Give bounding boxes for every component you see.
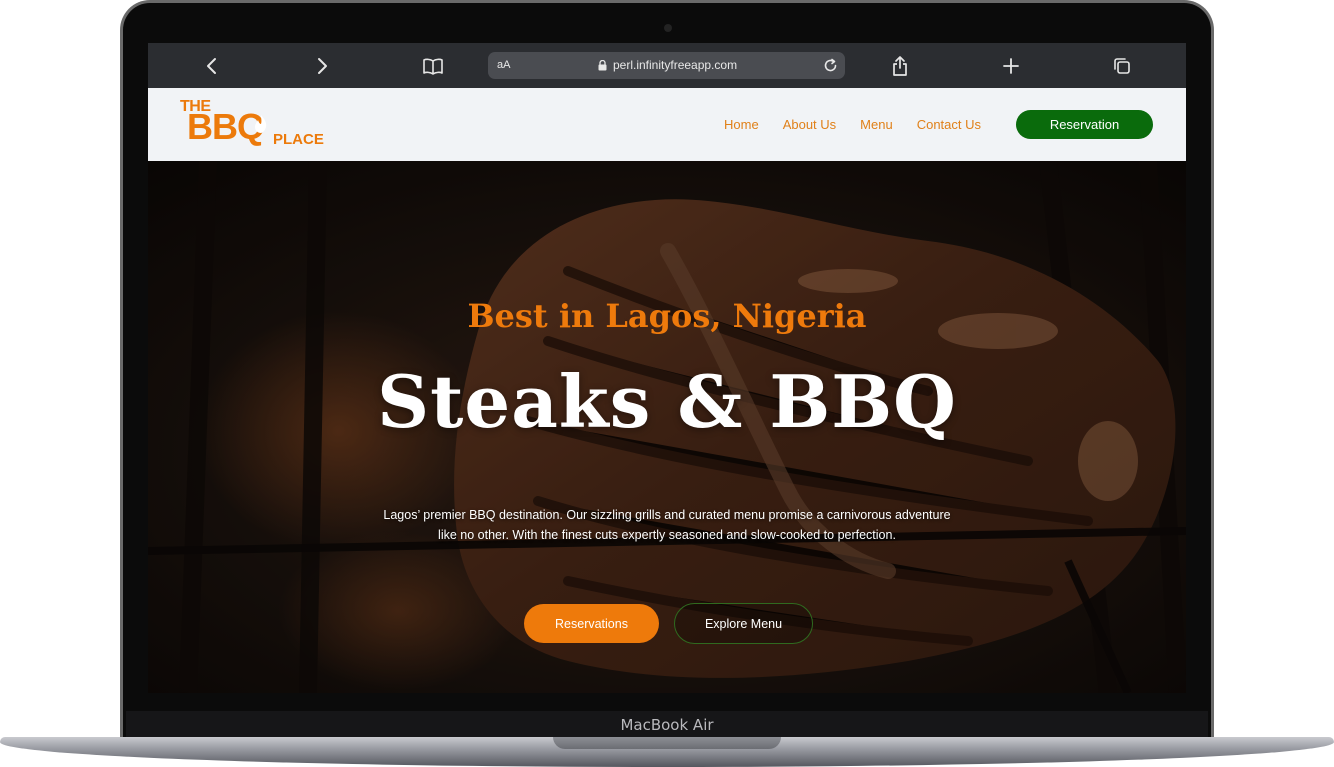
logo-place-text: PLACE (273, 131, 324, 148)
hero-title: Steaks & BBQ (377, 359, 957, 444)
tabs-overview-icon[interactable] (1109, 53, 1135, 79)
nav-menu[interactable]: Menu (860, 117, 893, 132)
hero-description: Lagos’ premier BBQ destination. Our sizz… (383, 508, 951, 542)
nav-about-us[interactable]: About Us (783, 117, 836, 132)
laptop-chin: MacBook Air (126, 711, 1208, 739)
site-header: THE BBQ PLACE Home About Us Menu Contact… (148, 88, 1186, 161)
explore-menu-button[interactable]: Explore Menu (674, 603, 813, 644)
back-icon[interactable] (199, 53, 225, 79)
device-label: MacBook Air (620, 716, 714, 734)
url-display: perl.infinityfreeapp.com (598, 52, 737, 79)
forward-icon[interactable] (309, 53, 335, 79)
reservation-button[interactable]: Reservation (1016, 110, 1153, 139)
camera-dot (664, 24, 672, 32)
text-size-button[interactable]: aA (497, 52, 510, 79)
nav-contact-us[interactable]: Contact Us (917, 117, 981, 132)
laptop-base-notch (553, 737, 781, 749)
main-nav: Home About Us Menu Contact Us (724, 88, 981, 161)
laptop-screen: aA perl.infinityfreeapp.com THE BBQ PLAC… (148, 43, 1186, 693)
bbq-place-logo[interactable]: THE BBQ PLACE (180, 98, 330, 154)
hero-tagline: Best in Lagos, Nigeria (467, 297, 867, 335)
hero-section: Best in Lagos, Nigeria Steaks & BBQ Lago… (148, 161, 1186, 693)
lock-icon (598, 60, 607, 71)
nav-home[interactable]: Home (724, 117, 759, 132)
flame-icon (255, 115, 267, 133)
bookmarks-icon[interactable] (420, 53, 446, 79)
reload-icon[interactable] (822, 57, 839, 74)
address-bar[interactable]: aA perl.infinityfreeapp.com (488, 52, 845, 79)
share-icon[interactable] (887, 53, 913, 79)
new-tab-icon[interactable] (998, 53, 1024, 79)
browser-toolbar: aA perl.infinityfreeapp.com (148, 43, 1186, 88)
reservations-button[interactable]: Reservations (524, 604, 659, 643)
url-text: perl.infinityfreeapp.com (613, 58, 738, 72)
